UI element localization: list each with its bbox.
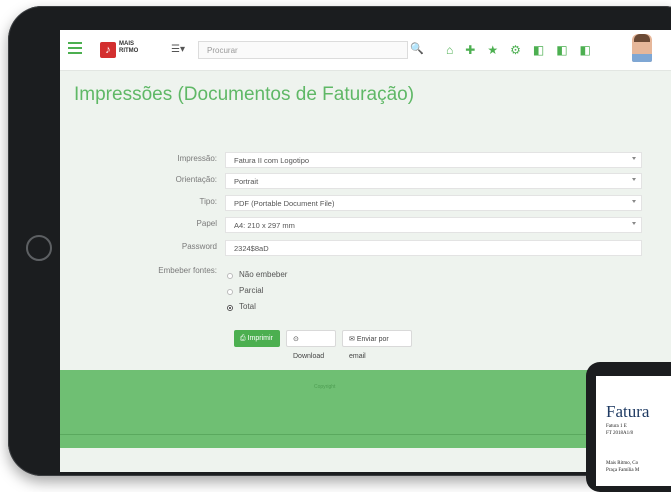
papel-select[interactable]: A4: 210 x 297 mm bbox=[225, 217, 642, 233]
page-title: Impressões (Documentos de Faturação) bbox=[74, 84, 415, 105]
chevron-down-icon bbox=[632, 200, 636, 203]
download-button[interactable]: ⊙ Download bbox=[286, 330, 336, 360]
phone-screen: Fatura Fatura 1 E FT 2018A1/8 Mais Ritmo… bbox=[596, 376, 671, 486]
toolbar-icons: ⌂ ✚ ★ ⚙ ◧ ◧ ◧ bbox=[446, 41, 591, 59]
box-icon[interactable]: ◧ bbox=[580, 41, 591, 59]
top-bar: ♪ MAIS RITMO ☰▾ Procurar 🔍 ⌂ ✚ ★ ⚙ ◧ ◧ ◧ bbox=[60, 30, 671, 71]
app-screen: ♪ MAIS RITMO ☰▾ Procurar 🔍 ⌂ ✚ ★ ⚙ ◧ ◧ ◧… bbox=[60, 30, 671, 472]
invoice-line: FT 2018A1/8 bbox=[606, 431, 633, 436]
form-row-impressao: Impressão: Fatura II com Logotipo bbox=[60, 152, 671, 168]
plus-icon[interactable]: ✚ bbox=[465, 41, 475, 59]
logo-text: MAIS RITMO bbox=[119, 41, 139, 54]
radio-label: Parcial bbox=[239, 286, 264, 295]
box-icon[interactable]: ◧ bbox=[556, 41, 567, 59]
form-row-fonts: Embeber fontes: bbox=[60, 264, 671, 280]
star-icon[interactable]: ★ bbox=[487, 41, 498, 59]
home-icon[interactable]: ⌂ bbox=[446, 41, 453, 59]
field-label: Orientação: bbox=[175, 175, 217, 184]
chevron-down-icon bbox=[632, 178, 636, 181]
print-button[interactable]: ⎙ Imprimir bbox=[234, 330, 280, 347]
email-label: Enviar por email bbox=[349, 336, 389, 360]
radio-nao-embeber[interactable]: Não embeber bbox=[227, 270, 287, 284]
search-icon[interactable]: 🔍 bbox=[410, 42, 424, 55]
footer-divider bbox=[60, 434, 671, 435]
password-input[interactable]: 2324$8aD bbox=[225, 240, 642, 256]
form-row-password: Password 2324$8aD bbox=[60, 240, 671, 256]
tipo-select[interactable]: PDF (Portable Document File) bbox=[225, 195, 642, 211]
radio-icon bbox=[227, 289, 233, 295]
download-icon: ⊙ bbox=[293, 336, 299, 343]
field-label: Password bbox=[181, 242, 217, 251]
orientacao-select[interactable]: Portrait bbox=[225, 173, 642, 189]
logo-icon: ♪ bbox=[100, 42, 116, 58]
form-row-tipo: Tipo: PDF (Portable Document File) bbox=[60, 195, 671, 211]
field-label: Papel bbox=[196, 219, 217, 228]
fonts-radio-group: Não embeber Parcial Total bbox=[227, 270, 287, 318]
impressao-select[interactable]: Fatura II com Logotipo bbox=[225, 152, 642, 168]
list-view-icon[interactable]: ☰▾ bbox=[171, 44, 185, 55]
invoice-title: Fatura bbox=[606, 402, 650, 421]
field-value: Fatura II com Logotipo bbox=[234, 156, 310, 165]
field-label: Embeber fontes: bbox=[158, 266, 217, 275]
field-value: Portrait bbox=[234, 177, 259, 186]
radio-parcial[interactable]: Parcial bbox=[227, 286, 287, 300]
search-input[interactable]: Procurar bbox=[198, 41, 408, 59]
settings-icon[interactable]: ⚙ bbox=[510, 41, 521, 59]
radio-selected-icon bbox=[227, 305, 233, 311]
phone-frame: Fatura Fatura 1 E FT 2018A1/8 Mais Ritmo… bbox=[586, 362, 671, 492]
radio-total[interactable]: Total bbox=[227, 302, 287, 316]
form-row-papel: Papel A4: 210 x 297 mm bbox=[60, 217, 671, 233]
avatar[interactable] bbox=[632, 34, 652, 62]
invoice-line: Praça Família M bbox=[606, 468, 640, 473]
footer-text: Copyright bbox=[314, 384, 336, 390]
radio-icon bbox=[227, 273, 233, 279]
chevron-down-icon bbox=[632, 222, 636, 225]
field-value: 2324$8aD bbox=[234, 244, 269, 253]
printer-icon: ⎙ bbox=[240, 335, 246, 342]
email-button[interactable]: ✉ Enviar por email bbox=[342, 330, 412, 360]
chevron-down-icon bbox=[632, 157, 636, 160]
field-value: PDF (Portable Document File) bbox=[234, 199, 335, 208]
field-value: A4: 210 x 297 mm bbox=[234, 221, 295, 230]
form-row-orientacao: Orientação: Portrait bbox=[60, 173, 671, 189]
home-button bbox=[26, 235, 52, 261]
email-icon: ✉ bbox=[349, 336, 355, 343]
field-label: Impressão: bbox=[177, 154, 217, 163]
footer-band: Copyright bbox=[60, 370, 671, 448]
radio-label: Não embeber bbox=[239, 270, 288, 279]
invoice-line: Mais Ritmo, Co bbox=[606, 461, 639, 466]
hamburger-icon[interactable] bbox=[68, 42, 82, 56]
field-label: Tipo: bbox=[199, 197, 218, 206]
radio-label: Total bbox=[239, 302, 256, 311]
print-label: Imprimir bbox=[247, 335, 273, 342]
box-icon[interactable]: ◧ bbox=[533, 41, 544, 59]
download-label: Download bbox=[293, 353, 325, 360]
invoice-line: Fatura 1 E bbox=[606, 424, 627, 429]
tablet-frame: ♪ MAIS RITMO ☰▾ Procurar 🔍 ⌂ ✚ ★ ⚙ ◧ ◧ ◧… bbox=[8, 6, 671, 476]
